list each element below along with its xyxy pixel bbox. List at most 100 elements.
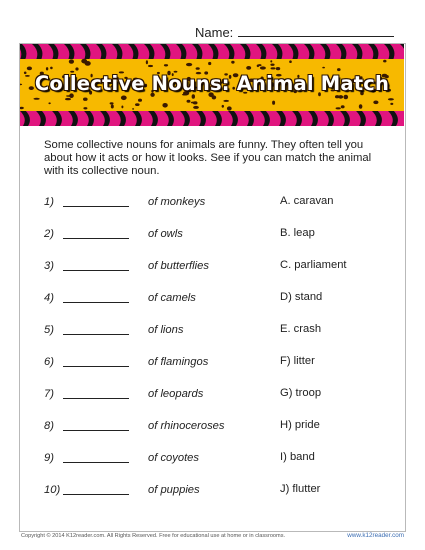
leopard-spot [289, 60, 292, 63]
question-row: 5) of lions E. crash [0, 323, 425, 340]
copyright-text: Copyright © 2014 K12reader.com. All Righ… [21, 533, 286, 539]
name-field[interactable]: Name: [195, 24, 395, 40]
leopard-spot [81, 58, 88, 64]
site-link[interactable]: www.k12reader.com [347, 532, 404, 539]
question-row: 6) of flamingos F) litter [0, 355, 425, 372]
question-row: 4) of camels D) stand [0, 291, 425, 308]
answer-blank[interactable] [63, 334, 129, 335]
leopard-spot [186, 99, 191, 103]
leopard-spot [343, 94, 349, 100]
leopard-spot [275, 67, 281, 71]
leopard-spot [383, 59, 387, 63]
leopard-spot [75, 67, 79, 71]
question-number: 8) [44, 420, 54, 432]
leopard-spot [50, 66, 53, 70]
animal-phrase: of flamingos [148, 356, 209, 368]
leopard-spot [193, 105, 199, 109]
leopard-spot [226, 106, 232, 111]
animal-phrase: of lions [148, 324, 184, 336]
animal-phrase: of leopards [148, 388, 204, 400]
leopard-spot [272, 100, 276, 105]
leopard-spot [270, 67, 276, 70]
leopard-spot [83, 107, 88, 110]
noun-choice: G) troop [280, 387, 322, 399]
leopard-spot [33, 97, 40, 100]
leopard-spot [373, 100, 379, 105]
leopard-spot [211, 95, 217, 100]
answer-blank[interactable] [63, 302, 129, 303]
animal-phrase: of owls [148, 228, 183, 240]
leopard-spot [186, 62, 193, 67]
leopard-spot [195, 67, 200, 70]
leopard-spot [246, 66, 252, 70]
answer-blank[interactable] [63, 366, 129, 367]
question-number: 9) [44, 452, 54, 464]
noun-choice: I) band [280, 451, 315, 463]
answer-blank[interactable] [63, 462, 129, 463]
leopard-spot [162, 103, 168, 108]
question-number: 2) [44, 228, 54, 240]
noun-choice: D) stand [280, 291, 323, 303]
name-label: Name: [195, 25, 234, 40]
question-number: 1) [44, 196, 54, 208]
worksheet-title: Collective Nouns: Animal Match [34, 72, 390, 95]
answer-blank[interactable] [63, 398, 129, 399]
question-row: 9) of coyotes I) band [0, 451, 425, 468]
name-underline[interactable] [238, 24, 395, 37]
question-row: 8) of rhinoceroses H) pride [0, 419, 425, 436]
leopard-spot [68, 59, 74, 64]
question-row: 10) of puppies J) flutter [0, 483, 425, 500]
leopard-spot [138, 98, 142, 102]
answer-blank[interactable] [63, 238, 129, 239]
leopard-spot [48, 102, 51, 105]
leopard-spot [109, 102, 114, 105]
leopard-spot [223, 99, 230, 102]
instructions-text: Some collective nouns for animals are fu… [44, 139, 372, 177]
leopard-spot [132, 108, 135, 110]
question-row: 3) of butterflies C. parliament [0, 259, 425, 276]
leopard-spot [120, 95, 127, 101]
leopard-spot [45, 67, 49, 71]
answer-blank[interactable] [63, 494, 129, 495]
answer-blank[interactable] [63, 270, 129, 271]
title-banner: Collective Nouns: Animal Match [20, 44, 404, 126]
question-row: 2) of owls B. leap [0, 227, 425, 244]
question-row: 1) of monkeys A. caravan [0, 195, 425, 212]
animal-phrase: of puppies [148, 484, 200, 496]
leopard-spot [110, 104, 114, 109]
leopard-spot [135, 103, 140, 106]
noun-choice: H) pride [280, 419, 320, 431]
noun-choice: J) flutter [280, 483, 321, 495]
leopard-spot [387, 98, 394, 101]
leopard-spot [121, 105, 124, 109]
question-number: 7) [44, 388, 54, 400]
question-number: 5) [44, 324, 54, 336]
animal-phrase: of monkeys [148, 196, 206, 208]
answer-blank[interactable] [63, 430, 129, 431]
leopard-spot [335, 107, 341, 110]
leopard-spot [270, 63, 275, 66]
leopard-spot [256, 64, 260, 68]
animal-phrase: of coyotes [148, 452, 199, 464]
animal-phrase: of rhinoceroses [148, 420, 225, 432]
leopard-spot [270, 60, 273, 63]
leopard-spot [259, 66, 266, 70]
noun-choice: B. leap [280, 227, 315, 239]
leopard-spot [221, 104, 224, 108]
noun-choice: F) litter [280, 355, 315, 367]
question-row: 7) of leopards G) troop [0, 387, 425, 404]
leopard-spot [231, 60, 235, 64]
animal-phrase: of butterflies [148, 260, 209, 272]
leopard-spot [322, 66, 325, 69]
animal-phrase: of camels [148, 292, 196, 304]
leopard-spot [390, 102, 394, 105]
question-number: 6) [44, 356, 54, 368]
question-number: 10) [44, 484, 61, 496]
leopard-spot [163, 64, 169, 67]
leopard-spot [340, 105, 345, 109]
leopard-spot [208, 61, 212, 66]
answer-blank[interactable] [63, 206, 129, 207]
noun-choice: E. crash [280, 323, 322, 335]
leopard-spot [145, 60, 148, 65]
leopard-spot [148, 64, 153, 68]
